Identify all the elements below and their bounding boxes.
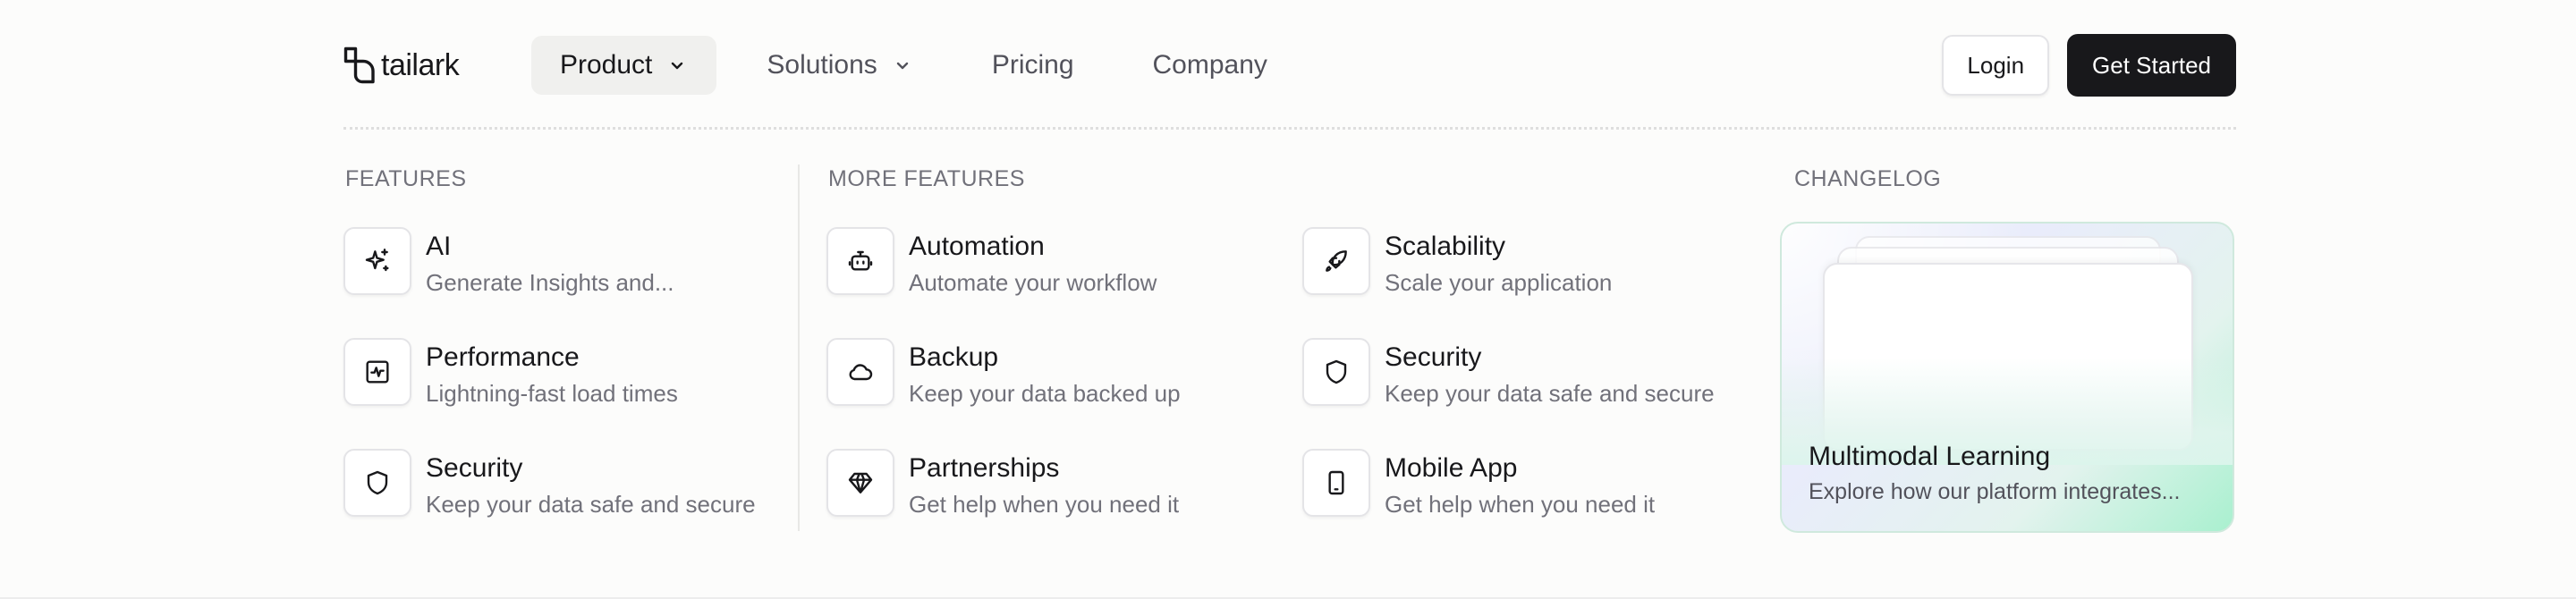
main-nav: Product Solutions Pricing Company	[531, 36, 1267, 95]
nav-item-label: Solutions	[767, 50, 877, 80]
menu-item-description: Keep your data safe and secure	[1385, 380, 1715, 407]
menu-item-icon-box	[826, 449, 894, 517]
nav-item-pricing[interactable]: Pricing	[992, 36, 1074, 95]
menu-item-title: Performance	[426, 342, 580, 372]
column-divider	[798, 165, 800, 531]
changelog-card-title: Multimodal Learning	[1809, 442, 2051, 471]
menu-item-description: Lightning-fast load times	[426, 380, 678, 407]
changelog-heading: CHANGELOG	[1794, 166, 1942, 191]
menu-item-scalability[interactable]: Scalability Scale your application	[1302, 227, 1612, 297]
nav-item-product[interactable]: Product	[531, 36, 717, 95]
nav-item-label: Product	[560, 50, 653, 80]
menu-item-icon-box	[343, 338, 411, 406]
more-features-heading: MORE FEATURES	[828, 166, 1025, 191]
nav-item-company[interactable]: Company	[1153, 36, 1267, 95]
brand-name: tailark	[381, 47, 460, 82]
menu-item-mobile-app[interactable]: Mobile App Get help when you need it	[1302, 449, 1655, 519]
menu-item-text: Performance Lightning-fast load times	[426, 342, 678, 408]
smartphone-icon	[1328, 470, 1344, 495]
page: tailark Product Solutions Pricing Compan…	[0, 0, 2576, 599]
menu-item-text: Security Keep your data safe and secure	[1385, 342, 1715, 408]
menu-item-title: Mobile App	[1385, 453, 1518, 483]
menu-item-icon-box	[343, 227, 411, 295]
brand-logo[interactable]: tailark	[343, 34, 460, 97]
menu-item-text: Mobile App Get help when you need it	[1385, 452, 1655, 519]
menu-item-ai[interactable]: AI Generate Insights and...	[343, 227, 674, 297]
menu-item-automation[interactable]: Automation Automate your workflow	[826, 227, 1157, 297]
rocket-icon	[1326, 250, 1347, 272]
header-actions: Login Get Started	[1942, 34, 2236, 97]
chevron-down-icon	[672, 62, 683, 70]
menu-item-icon-box	[343, 449, 411, 517]
menu-item-title: Partnerships	[909, 453, 1060, 483]
changelog-card-description: Explore how our platform integrates...	[1809, 479, 2181, 504]
login-button[interactable]: Login	[1942, 35, 2050, 96]
menu-item-text: AI Generate Insights and...	[426, 231, 674, 297]
menu-item-description: Automate your workflow	[909, 269, 1157, 296]
changelog-card[interactable]: Multimodal Learning Explore how our plat…	[1780, 222, 2234, 533]
menu-item-title: Automation	[909, 232, 1045, 261]
cloud-icon	[849, 364, 873, 381]
gem-icon	[848, 472, 873, 494]
menu-item-performance[interactable]: Performance Lightning-fast load times	[343, 338, 678, 408]
menu-item-backup[interactable]: Backup Keep your data backed up	[826, 338, 1181, 408]
nav-item-label: Pricing	[991, 50, 1074, 80]
menu-item-icon-box	[1302, 338, 1370, 406]
menu-item-icon-box	[1302, 227, 1370, 295]
header-divider	[343, 127, 2236, 130]
menu-item-description: Keep your data safe and secure	[426, 491, 756, 518]
menu-item-text: Automation Automate your workflow	[909, 231, 1157, 297]
chevron-down-icon	[896, 62, 909, 70]
nav-item-solutions[interactable]: Solutions	[767, 36, 911, 95]
nav-item-label: Company	[1152, 50, 1267, 80]
site-header: tailark Product Solutions Pricing Compan…	[343, 34, 2236, 97]
menu-item-description: Scale your application	[1385, 269, 1613, 296]
menu-item-description: Keep your data backed up	[909, 380, 1181, 407]
menu-item-title: Scalability	[1385, 232, 1506, 261]
sparkles-icon	[365, 249, 389, 272]
menu-item-security[interactable]: Security Keep your data safe and secure	[343, 449, 756, 519]
menu-item-text: Scalability Scale your application	[1385, 231, 1612, 297]
features-heading: FEATURES	[345, 166, 467, 191]
menu-item-partnerships[interactable]: Partnerships Get help when you need it	[826, 449, 1179, 519]
bot-icon	[848, 250, 873, 271]
menu-item-title: Security	[1385, 342, 1482, 372]
menu-item-icon-box	[826, 338, 894, 406]
menu-item-description: Generate Insights and...	[426, 269, 674, 296]
menu-item-description: Get help when you need it	[1385, 491, 1656, 518]
menu-item-text: Security Keep your data safe and secure	[426, 452, 756, 519]
menu-item-title: Backup	[909, 342, 999, 372]
shield-icon	[367, 470, 388, 495]
shield-icon	[1326, 359, 1347, 384]
activity-icon	[366, 360, 389, 384]
menu-item-text: Partnerships Get help when you need it	[909, 452, 1179, 519]
menu-item-text: Backup Keep your data backed up	[909, 342, 1181, 408]
menu-item-title: AI	[426, 232, 452, 261]
get-started-button[interactable]: Get Started	[2067, 34, 2236, 97]
menu-item-description: Get help when you need it	[909, 491, 1180, 518]
tailark-logo-icon	[343, 46, 375, 84]
container: tailark Product Solutions Pricing Compan…	[343, 0, 2236, 599]
menu-item-title: Security	[426, 453, 523, 483]
menu-item-security-more[interactable]: Security Keep your data safe and secure	[1302, 338, 1715, 408]
menu-item-icon-box	[826, 227, 894, 295]
menu-item-icon-box	[1302, 449, 1370, 517]
